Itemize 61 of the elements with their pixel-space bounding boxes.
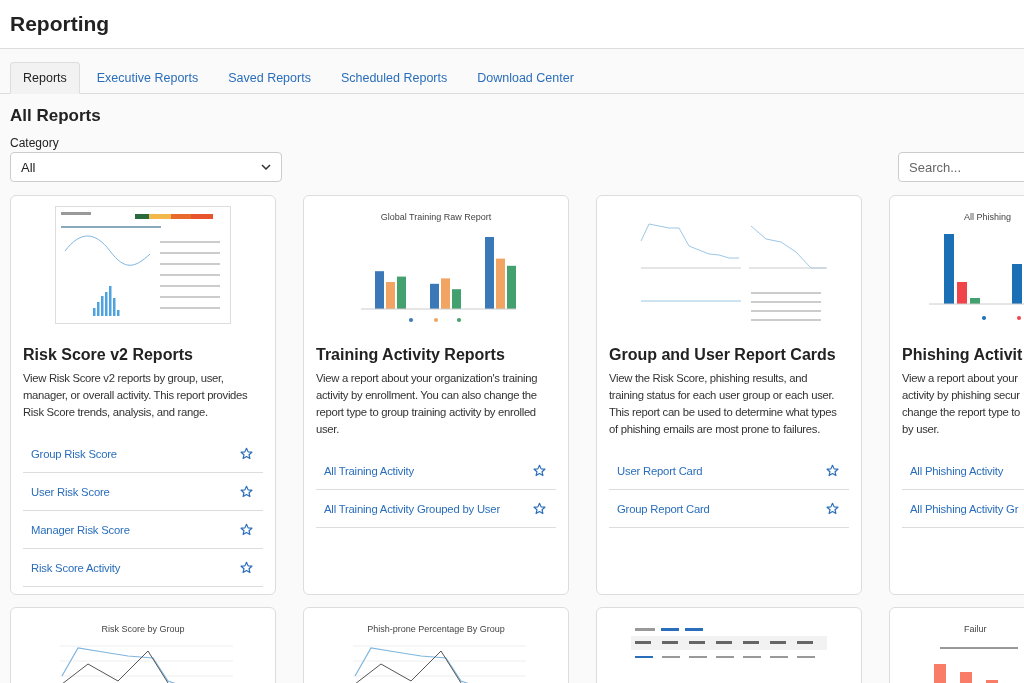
card-description: View a report about your activity by phishing secur change the report type to by user. bbox=[902, 371, 1022, 437]
table-row-line bbox=[751, 319, 821, 321]
card-title: Phishing Activit bbox=[902, 346, 1024, 364]
star-icon[interactable] bbox=[240, 447, 253, 460]
report-link[interactable]: All Training Activity bbox=[324, 464, 414, 477]
report-link[interactable]: Risk Score Activity bbox=[31, 561, 121, 574]
section-title: All Reports bbox=[10, 106, 102, 126]
bar bbox=[507, 265, 516, 309]
report-link[interactable]: All Training Activity Grouped by User bbox=[324, 502, 500, 515]
star-icon[interactable] bbox=[826, 502, 839, 515]
card-title: Training Activity Reports bbox=[316, 346, 506, 364]
tab[interactable]: Saved Reports bbox=[215, 62, 324, 94]
tab[interactable]: Executive Reports bbox=[83, 62, 212, 94]
card-title: Risk Score v2 Reports bbox=[23, 346, 194, 364]
legend-dot bbox=[409, 318, 413, 322]
bar bbox=[386, 282, 395, 309]
bar bbox=[934, 664, 946, 683]
preview-title: Risk Score by Group bbox=[101, 624, 185, 634]
report-link[interactable]: All Phishing Activity bbox=[910, 464, 1004, 477]
report-link[interactable]: User Report Card bbox=[617, 464, 703, 477]
card-description: View the Risk Score, phishing results, and training status for each user group or each user. This report can be used to determine what types of phishing emails are most prone to failures. bbox=[609, 371, 838, 437]
report-link[interactable]: User Risk Score bbox=[31, 485, 110, 498]
card-description: View a report about your organization's training activity by enrollment. You can also change the report type to group training activity by enrolled user. bbox=[316, 371, 539, 437]
legend-dot bbox=[457, 318, 461, 322]
table-row-line bbox=[751, 292, 821, 294]
report-link[interactable]: Group Report Card bbox=[617, 502, 710, 515]
bar bbox=[430, 283, 439, 309]
preview-title: Global Training Raw Report bbox=[380, 212, 492, 222]
bar bbox=[397, 276, 406, 309]
field-label: Category bbox=[10, 136, 60, 150]
preview-title: Failur bbox=[964, 624, 987, 634]
star-icon[interactable] bbox=[533, 464, 546, 477]
report-link[interactable]: All Phishing Activity Gr bbox=[910, 502, 1019, 515]
star-icon[interactable] bbox=[826, 464, 839, 477]
preview-title: All Phishing bbox=[964, 212, 1012, 222]
star-icon[interactable] bbox=[240, 523, 253, 536]
category-select[interactable]: All bbox=[10, 152, 282, 182]
bar bbox=[452, 289, 461, 309]
table-row-line bbox=[751, 301, 821, 303]
bar bbox=[960, 672, 972, 683]
bar bbox=[485, 237, 494, 309]
star-icon[interactable] bbox=[240, 561, 253, 574]
card-description: View Risk Score v2 reports by group, user, manager, or overall activity. This report provides Risk Score trends, analysis, and range. bbox=[23, 371, 249, 420]
card-title: Group and User Report Cards bbox=[609, 346, 837, 364]
tab[interactable]: Scheduled Reports bbox=[327, 62, 461, 94]
star-icon[interactable] bbox=[533, 502, 546, 515]
report-link[interactable]: Group Risk Score bbox=[31, 447, 117, 460]
bar bbox=[986, 680, 998, 683]
star-icon[interactable] bbox=[240, 485, 253, 498]
page-title: Reporting bbox=[10, 12, 110, 36]
tab[interactable]: Download Center bbox=[464, 62, 587, 94]
bar bbox=[496, 258, 505, 309]
bar bbox=[441, 278, 450, 309]
tab[interactable]: Reports bbox=[10, 62, 80, 94]
legend-dot bbox=[434, 318, 438, 322]
bar bbox=[375, 271, 384, 309]
search-field[interactable]: Search... bbox=[898, 152, 1024, 182]
table-row-line bbox=[751, 310, 821, 312]
chevron-down-icon bbox=[261, 164, 271, 170]
report-link[interactable]: Manager Risk Score bbox=[31, 523, 130, 536]
preview-title: Phish-prone Percentage By Group bbox=[367, 624, 505, 634]
